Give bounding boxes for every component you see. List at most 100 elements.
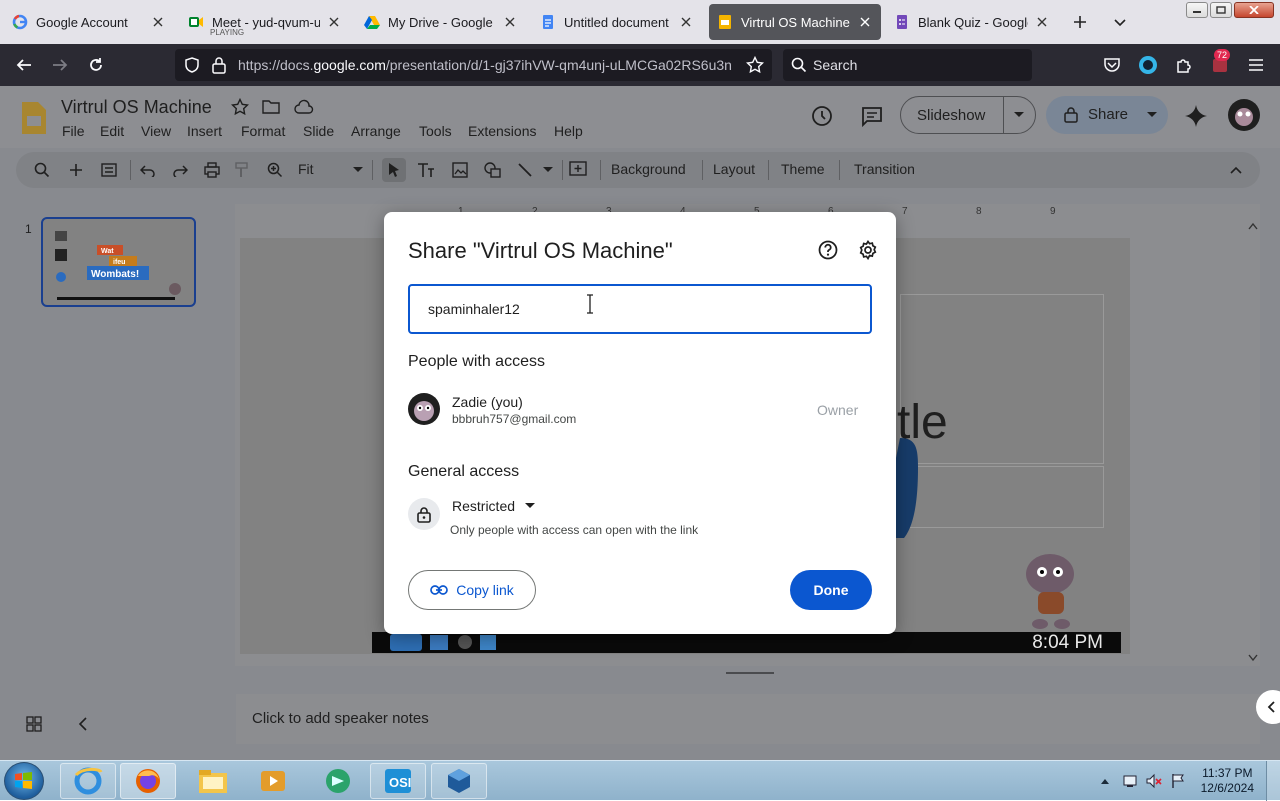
media-player-icon[interactable] (245, 763, 301, 799)
menu-file[interactable]: File (62, 123, 85, 139)
green-app-icon[interactable] (310, 763, 366, 799)
zoom-dropdown-icon[interactable] (348, 160, 368, 180)
reload-icon[interactable] (84, 53, 108, 77)
slides-logo-icon[interactable] (20, 100, 48, 136)
slide-layout-icon[interactable] (99, 160, 119, 180)
select-cursor-icon[interactable] (382, 158, 406, 182)
settings-gear-icon[interactable] (858, 240, 878, 260)
hamburger-menu-icon[interactable] (1244, 53, 1268, 77)
new-slide-plus-icon[interactable] (66, 160, 86, 180)
menu-slide[interactable]: Slide (303, 123, 334, 139)
show-hidden-icons-icon[interactable] (1100, 777, 1110, 785)
version-history-icon[interactable] (810, 104, 834, 128)
close-tab-icon[interactable] (502, 14, 518, 30)
zoom-fit-select[interactable]: Fit (298, 161, 314, 177)
layout-button[interactable]: Layout (713, 161, 755, 177)
back-arrow-icon[interactable] (12, 53, 36, 77)
comments-icon[interactable] (860, 104, 884, 128)
osi-app-icon[interactable]: OSI (370, 763, 426, 799)
search-bar[interactable]: Search (783, 49, 1032, 81)
scroll-down-arrow-icon[interactable] (1248, 654, 1258, 662)
menu-tools[interactable]: Tools (419, 123, 452, 139)
redo-icon[interactable] (170, 160, 190, 180)
scroll-up-arrow-icon[interactable] (1248, 222, 1258, 230)
menu-format[interactable]: Format (241, 123, 285, 139)
extension-globe-icon[interactable] (1136, 53, 1160, 77)
chevron-down-icon[interactable] (1013, 111, 1025, 119)
share-button[interactable]: Share (1046, 96, 1168, 134)
menu-help[interactable]: Help (554, 123, 583, 139)
close-tab-icon[interactable] (857, 14, 873, 30)
forward-arrow-icon[interactable] (48, 53, 72, 77)
done-button[interactable]: Done (790, 570, 872, 610)
pocket-icon[interactable] (1100, 53, 1124, 77)
transition-button[interactable]: Transition (854, 161, 915, 177)
print-icon[interactable] (202, 160, 222, 180)
virtualbox-icon[interactable] (431, 763, 487, 799)
background-button[interactable]: Background (611, 161, 686, 177)
line-icon[interactable] (515, 160, 535, 180)
copy-link-button[interactable]: Copy link (408, 570, 536, 610)
system-clock[interactable]: 11:37 PM 12/6/2024 (1201, 766, 1254, 796)
chevron-down-icon[interactable] (1146, 111, 1158, 119)
menu-edit[interactable]: Edit (100, 123, 124, 139)
site-info-shield-icon[interactable] (183, 56, 201, 74)
list-all-tabs-icon[interactable] (1108, 10, 1132, 34)
help-icon[interactable] (818, 240, 838, 260)
internet-explorer-icon[interactable] (60, 763, 116, 799)
windows-start-button[interactable] (4, 762, 44, 800)
close-tab-icon[interactable] (150, 14, 166, 30)
new-tab-icon[interactable] (1068, 10, 1092, 34)
gemini-sparkle-icon[interactable] (1184, 104, 1208, 128)
collapse-filmstrip-icon[interactable] (78, 716, 88, 732)
close-window-icon[interactable] (1234, 2, 1274, 18)
tab-untitled-document[interactable]: Untitled document - Go (532, 4, 702, 40)
restore-window-icon[interactable] (1210, 2, 1232, 18)
undo-icon[interactable] (138, 160, 158, 180)
extensions-puzzle-icon[interactable] (1172, 53, 1196, 77)
menu-view[interactable]: View (141, 123, 171, 139)
bookmark-star-icon[interactable] (746, 56, 764, 74)
slideshow-button[interactable]: Slideshow (900, 96, 1036, 134)
tab-virtrul-os-machine[interactable]: Virtrul OS Machine - Go (709, 4, 881, 40)
menu-extensions[interactable]: Extensions (468, 123, 536, 139)
tab-google-meet[interactable]: Meet - yud-qvum-ubc PLAYING (180, 4, 350, 40)
slide-thumbnail[interactable]: Wat ifeu Wombats! (41, 217, 196, 307)
network-icon[interactable] (1122, 773, 1138, 789)
close-tab-icon[interactable] (326, 14, 342, 30)
grid-view-icon[interactable] (26, 716, 42, 732)
general-access-dropdown[interactable]: Restricted (452, 498, 536, 514)
account-avatar[interactable] (1228, 99, 1260, 131)
firefox-taskbar-icon[interactable] (120, 763, 176, 799)
tab-google-account[interactable]: Google Account (4, 4, 174, 40)
notes-resize-handle[interactable] (726, 672, 774, 674)
insert-comment-icon[interactable] (568, 160, 588, 180)
file-explorer-icon[interactable] (185, 763, 241, 799)
notification-extension-icon[interactable]: 72 (1208, 49, 1232, 77)
tab-google-drive[interactable]: My Drive - Google Drive (356, 4, 526, 40)
close-tab-icon[interactable] (678, 14, 694, 30)
menu-insert[interactable]: Insert (187, 123, 222, 139)
paint-format-icon[interactable] (232, 160, 252, 180)
document-title[interactable]: Virtrul OS Machine (61, 97, 212, 118)
theme-button[interactable]: Theme (781, 161, 825, 177)
menu-arrange[interactable]: Arrange (351, 123, 401, 139)
insert-image-icon[interactable] (450, 160, 470, 180)
speaker-notes[interactable]: Click to add speaker notes (236, 694, 1260, 744)
action-center-flag-icon[interactable] (1170, 773, 1186, 789)
close-tab-icon[interactable] (1034, 14, 1050, 30)
search-menus-icon[interactable] (32, 160, 52, 180)
subtitle-placeholder[interactable] (900, 466, 1104, 528)
text-box-icon[interactable] (416, 160, 436, 180)
collapse-toolbar-chevron-icon[interactable] (1226, 160, 1246, 180)
tab-blank-quiz[interactable]: Blank Quiz - Google Fo (886, 4, 1058, 40)
add-people-input[interactable] (408, 284, 872, 334)
minimize-window-icon[interactable] (1186, 2, 1208, 18)
title-placeholder[interactable]: tle (897, 294, 1104, 464)
star-icon[interactable] (231, 98, 249, 116)
shape-icon[interactable] (483, 160, 503, 180)
volume-muted-icon[interactable] (1146, 773, 1162, 789)
show-desktop-button[interactable] (1266, 761, 1280, 801)
zoom-icon[interactable] (265, 160, 285, 180)
line-dropdown-icon[interactable] (538, 160, 558, 180)
